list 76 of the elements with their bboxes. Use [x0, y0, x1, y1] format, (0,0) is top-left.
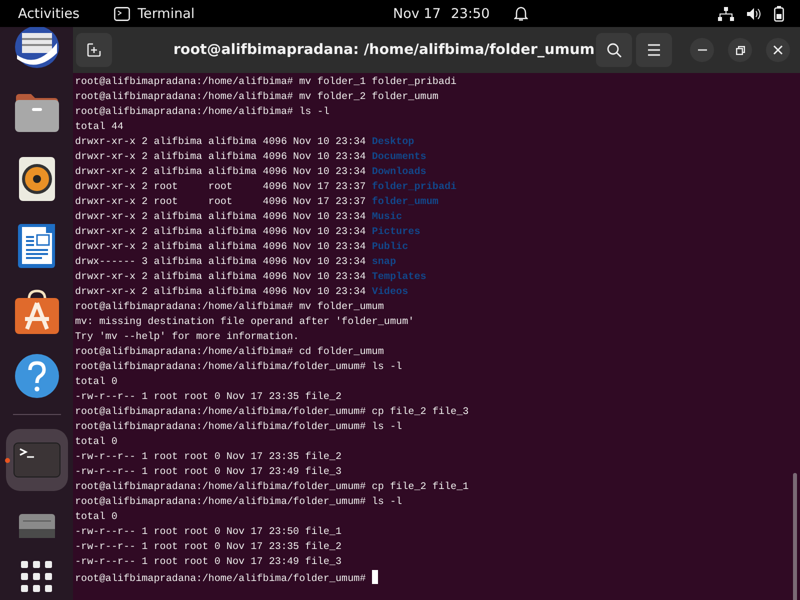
window-title: root@alifbimapradana: /home/alifbima/folder_umum: [172, 42, 596, 58]
terminal-line: root@alifbimapradana:/home/alifbima/folder_umum#: [75, 574, 367, 585]
volume-icon[interactable]: [746, 6, 762, 20]
terminal-line: root@alifbimapradana:/home/alifbima/folder_umum# ls -l: [75, 497, 402, 508]
terminal-line: -rw-r--r-- 1 root root 0 Nov 17 23:49 file_3: [75, 467, 342, 478]
terminal-line: root@alifbimapradana:/home/alifbima/folder_umum# ls -l: [75, 362, 402, 373]
terminal-line: -rw-r--r-- 1 root root 0 Nov 17 23:50 file_1: [75, 527, 342, 538]
terminal-line: drwxr-xr-x 2 root root 4096 Nov 17 23:37: [75, 197, 367, 208]
terminal-line: -rw-r--r-- 1 root root 0 Nov 17 23:49 file_3: [75, 557, 342, 568]
terminal-line: drwxr-xr-x 2 alifbima alifbima 4096 Nov 10 23:34: [75, 287, 367, 298]
terminal-line: drwxr-xr-x 2 alifbima alifbima 4096 Nov 10 23:34: [75, 137, 367, 148]
activities-button[interactable]: Activities: [18, 6, 80, 22]
drive-icon[interactable]: [18, 513, 56, 539]
terminal-line: drwxr-xr-x 2 alifbima alifbima 4096 Nov 10 23:34: [75, 242, 367, 253]
app-menu-label[interactable]: Terminal: [138, 6, 195, 22]
battery-icon[interactable]: [774, 6, 784, 22]
terminal-line: drwx------ 3 alifbima alifbima 4096 Nov 10 23:34: [75, 257, 367, 268]
terminal-icon[interactable]: [12, 442, 60, 478]
clock-time[interactable]: 23:50: [450, 6, 490, 22]
terminal-line: total 0: [75, 377, 118, 388]
app-grid-icon[interactable]: [20, 561, 52, 593]
terminal-line: mv: missing destination file operand after 'folder_umum': [75, 317, 414, 328]
terminal-line: -rw-r--r-- 1 root root 0 Nov 17 23:35 file_2: [75, 452, 342, 463]
terminal-line: root@alifbimapradana:/home/alifbima# mv folder_1 folder_pribadi: [75, 77, 457, 88]
directory-name: snap: [372, 257, 396, 268]
search-button[interactable]: [596, 33, 632, 67]
terminal-line: drwxr-xr-x 2 alifbima alifbima 4096 Nov 10 23:34: [75, 212, 367, 223]
minimize-button[interactable]: [690, 38, 714, 62]
directory-name: Downloads: [372, 167, 426, 178]
terminal-icon: [114, 6, 130, 20]
directory-name: Videos: [372, 287, 408, 298]
terminal-line: root@alifbimapradana:/home/alifbima# ls -l: [75, 107, 330, 118]
directory-name: folder_umum: [372, 197, 438, 208]
new-tab-icon: [87, 43, 101, 57]
terminal-line: root@alifbimapradana:/home/alifbima/folder_umum# cp file_2 file_3: [75, 407, 469, 418]
search-icon: [606, 42, 622, 58]
network-icon[interactable]: [718, 6, 734, 20]
terminal-line: drwxr-xr-x 2 alifbima alifbima 4096 Nov 10 23:34: [75, 227, 367, 238]
shopping-bag-icon[interactable]: [14, 289, 60, 335]
directory-name: Music: [372, 212, 402, 223]
terminal-line: root@alifbimapradana:/home/alifbima# mv folder_umum: [75, 302, 384, 313]
directory-name: Public: [372, 242, 408, 253]
menu-icon: [647, 44, 661, 56]
directory-name: Desktop: [372, 137, 414, 148]
scrollbar[interactable]: [793, 473, 797, 600]
terminal-line: root@alifbimapradana:/home/alifbima# mv folder_2 folder_umum: [75, 92, 438, 103]
directory-name: Documents: [372, 152, 426, 163]
new-tab-button[interactable]: [76, 33, 112, 67]
document-icon[interactable]: [18, 223, 56, 269]
help-icon[interactable]: [14, 353, 60, 399]
terminal-line: -rw-r--r-- 1 root root 0 Nov 17 23:35 file_2: [75, 392, 342, 403]
minimize-icon: [698, 49, 706, 51]
close-icon: [773, 45, 783, 55]
terminal-line: drwxr-xr-x 2 alifbima alifbima 4096 Nov 10 23:34: [75, 272, 367, 283]
terminal-line: total 0: [75, 437, 118, 448]
menu-button[interactable]: [636, 33, 672, 67]
folder-icon[interactable]: [14, 91, 60, 133]
maximize-button[interactable]: [728, 38, 752, 62]
speaker-icon[interactable]: [18, 156, 56, 202]
terminal-line: root@alifbimapradana:/home/alifbima/folder_umum# ls -l: [75, 422, 402, 433]
terminal-line: -rw-r--r-- 1 root root 0 Nov 17 23:35 file_2: [75, 542, 342, 553]
terminal-line: total 44: [75, 122, 124, 133]
clock-date[interactable]: Nov 17: [393, 6, 441, 22]
close-button[interactable]: [766, 38, 790, 62]
bell-icon[interactable]: [514, 6, 528, 22]
directory-name: Pictures: [372, 227, 420, 238]
restore-icon: [736, 46, 744, 54]
directory-name: folder_pribadi: [372, 182, 457, 193]
terminal-line: total 0: [75, 512, 118, 523]
terminal-line: drwxr-xr-x 2 root root 4096 Nov 17 23:37: [75, 182, 367, 193]
terminal-line: drwxr-xr-x 2 alifbima alifbima 4096 Nov 10 23:34: [75, 167, 367, 178]
directory-name: Templates: [372, 272, 426, 283]
terminal-line: Try 'mv --help' for more information.: [75, 332, 300, 343]
terminal-line: drwxr-xr-x 2 alifbima alifbima 4096 Nov 10 23:34: [75, 152, 367, 163]
terminal-line: root@alifbimapradana:/home/alifbima/folder_umum# cp file_2 file_1: [75, 482, 469, 493]
terminal-line: root@alifbimapradana:/home/alifbima# cd folder_umum: [75, 347, 384, 358]
